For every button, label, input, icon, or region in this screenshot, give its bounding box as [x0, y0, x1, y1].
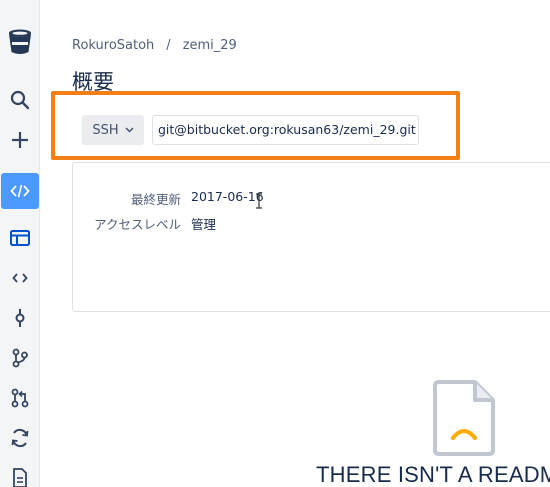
breadcrumb-owner-link[interactable]: RokuroSatoh [72, 38, 154, 53]
bitbucket-logo-icon[interactable] [0, 24, 40, 60]
plus-icon[interactable] [0, 122, 40, 158]
sad-document-icon [433, 380, 495, 456]
file-icon[interactable] [0, 460, 40, 487]
sidebar [0, 0, 40, 487]
chevron-down-icon [125, 127, 134, 133]
pipelines-icon[interactable] [0, 420, 40, 456]
text-cursor-icon [256, 193, 262, 209]
access-level-row: アクセスレベル 管理 [73, 214, 473, 232]
search-icon[interactable] [0, 82, 40, 118]
commits-icon[interactable] [0, 300, 40, 336]
source-code-icon[interactable] [1, 173, 39, 209]
clone-protocol-label: SSH [92, 122, 119, 138]
readme-empty-message: THERE ISN'T A README [316, 462, 550, 487]
clone-protocol-select[interactable]: SSH [82, 115, 144, 145]
repo-details-panel: 最終更新 2017-06-16 アクセスレベル 管理 [72, 162, 550, 312]
clone-url-input[interactable]: git@bitbucket.org:rokusan63/zemi_29.git [152, 115, 419, 145]
branches-icon[interactable] [0, 340, 40, 376]
breadcrumb-repo-link[interactable]: zemi_29 [183, 38, 237, 53]
overview-icon[interactable] [0, 220, 40, 256]
last-updated-row: 最終更新 2017-06-16 [73, 189, 473, 207]
pull-requests-icon[interactable] [0, 380, 40, 416]
breadcrumb: RokuroSatoh / zemi_29 [72, 38, 237, 53]
breadcrumb-separator: / [166, 38, 171, 53]
last-updated-value: 2017-06-16 [191, 189, 264, 204]
source-icon[interactable] [0, 260, 40, 296]
access-level-value: 管理 [191, 217, 217, 232]
access-level-label: アクセスレベル [94, 217, 181, 232]
last-updated-label: 最終更新 [130, 192, 181, 207]
